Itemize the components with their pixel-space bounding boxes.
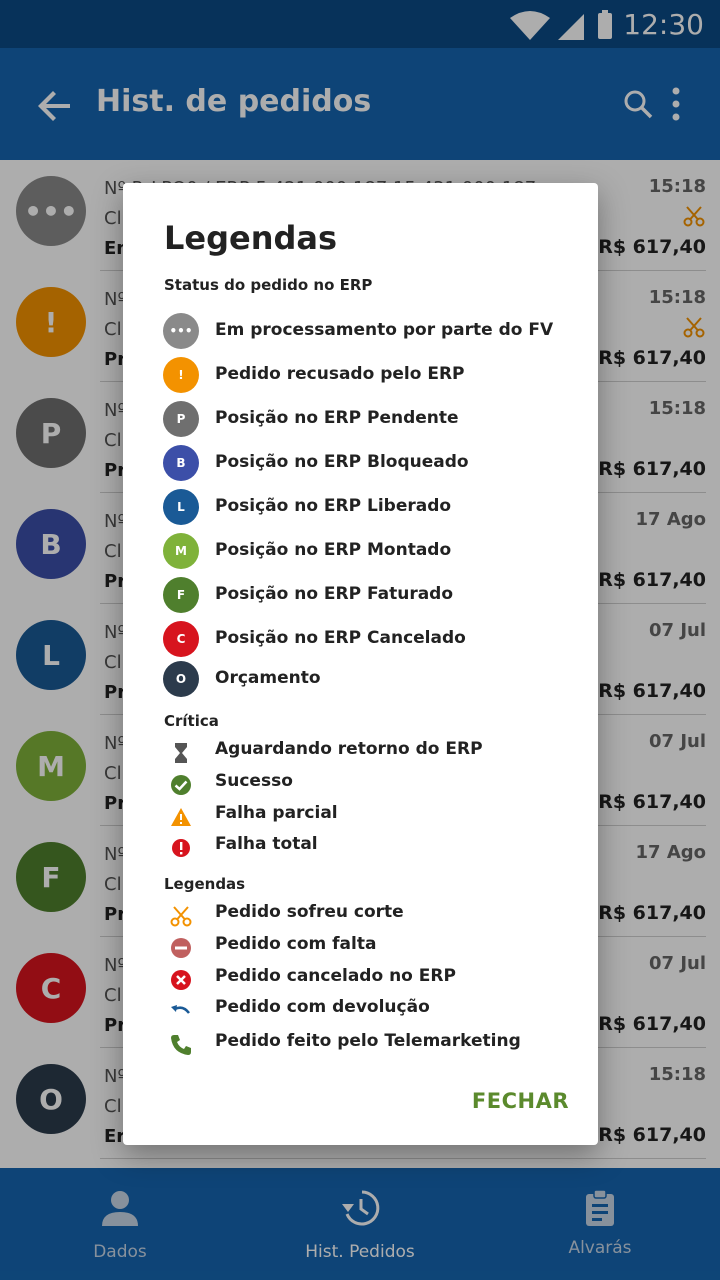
close-button[interactable]: FECHAR (472, 1089, 569, 1113)
status-badge: ••• (163, 313, 199, 349)
critica-label: Falha parcial (215, 803, 338, 823)
status-legend-item: ! Pedido recusado pelo ERP (163, 357, 583, 393)
critica-label: Aguardando retorno do ERP (215, 739, 483, 759)
legend-dialog: Legendas Status do pedido no ERP ••• Em p… (123, 183, 598, 1145)
section-critica: Crítica (164, 712, 219, 730)
status-legend-item: B Posição no ERP Bloqueado (163, 445, 583, 481)
status-legend-label: Posição no ERP Cancelado (215, 628, 466, 648)
critica-item-sucesso: Sucesso (163, 767, 583, 803)
section-status-erp: Status do pedido no ERP (164, 276, 373, 294)
status-badge: F (163, 577, 199, 613)
status-legend-label: Posição no ERP Montado (215, 540, 452, 560)
status-legend-label: Posição no ERP Bloqueado (215, 452, 469, 472)
status-badge: C (163, 621, 199, 657)
phone-icon (171, 1035, 191, 1055)
legend-label: Pedido com devolução (215, 997, 430, 1017)
status-badge: L (163, 489, 199, 525)
legend-item-falta: Pedido com falta (163, 930, 583, 966)
status-badge: O (163, 661, 199, 697)
critica-item-falha-total: Falha total (163, 830, 583, 866)
status-legend-label: Em processamento por parte do FV (215, 320, 554, 340)
status-legend-item: C Posição no ERP Cancelado (163, 621, 583, 657)
status-badge: P (163, 401, 199, 437)
critica-item-aguardando: Aguardando retorno do ERP (163, 735, 583, 771)
error-icon (172, 839, 190, 857)
section-legendas: Legendas (164, 875, 246, 893)
status-legend-item: F Posição no ERP Faturado (163, 577, 583, 613)
status-legend-item: L Posição no ERP Liberado (163, 489, 583, 525)
status-badge: ! (163, 357, 199, 393)
dialog-title: Legendas (164, 219, 338, 257)
legend-item-corte: Pedido sofreu corte (163, 898, 583, 934)
status-badge: B (163, 445, 199, 481)
legend-label: Pedido feito pelo Telemarketing (215, 1031, 521, 1051)
check-circle-icon (171, 775, 191, 795)
cancel-circle-icon (171, 970, 191, 990)
status-legend-label: Posição no ERP Pendente (215, 408, 459, 428)
status-legend-item: O Orçamento (163, 661, 583, 697)
status-legend-label: Posição no ERP Faturado (215, 584, 454, 604)
status-legend-item: P Posição no ERP Pendente (163, 401, 583, 437)
warning-icon (171, 808, 191, 826)
status-legend-label: Orçamento (215, 668, 321, 688)
undo-icon (171, 1005, 190, 1014)
legend-item-telemarketing: Pedido feito pelo Telemarketing (163, 1027, 583, 1063)
scissors-icon (170, 906, 192, 927)
minus-circle-icon (171, 938, 191, 958)
legend-label: Pedido sofreu corte (215, 902, 404, 922)
critica-label: Falha total (215, 834, 318, 854)
legend-label: Pedido com falta (215, 934, 377, 954)
status-legend-item: ••• Em processamento por parte do FV (163, 313, 583, 349)
status-legend-label: Posição no ERP Liberado (215, 496, 452, 516)
hourglass-icon (175, 743, 187, 763)
status-legend-label: Pedido recusado pelo ERP (215, 364, 465, 384)
status-badge: M (163, 533, 199, 569)
critica-label: Sucesso (215, 771, 293, 791)
legend-label: Pedido cancelado no ERP (215, 966, 456, 986)
status-legend-item: M Posição no ERP Montado (163, 533, 583, 569)
legend-item-devolucao: Pedido com devolução (163, 993, 583, 1029)
